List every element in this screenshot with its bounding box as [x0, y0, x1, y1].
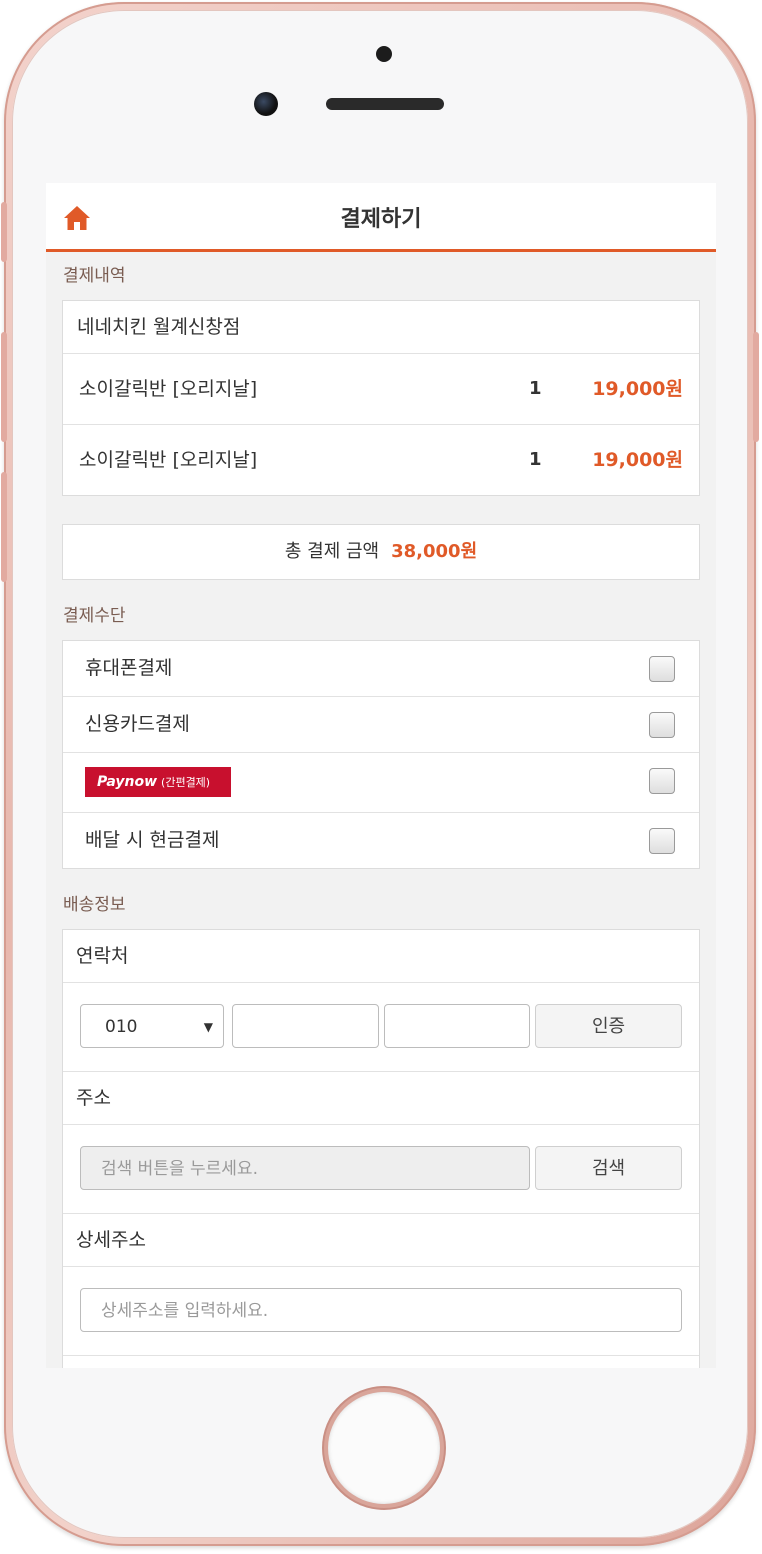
- item-quantity: 1: [529, 449, 542, 470]
- payment-card: 휴대폰결제 신용카드결제 Paynow (간편결제) 배달 시 현금결제: [62, 640, 700, 869]
- phone-middle-input[interactable]: [232, 1004, 379, 1048]
- home-hardware-button[interactable]: [328, 1392, 440, 1504]
- item-price: 19,000원: [592, 378, 683, 400]
- order-section-label: 결제내역: [63, 266, 126, 286]
- app-screen: 결제하기 결제내역 네네치킨 월계신창점 소이갈릭반 [오리지날] 1 19,0…: [46, 183, 716, 1368]
- proximity-sensor: [376, 46, 392, 62]
- earpiece-speaker: [326, 98, 444, 110]
- item-price: 19,000원: [592, 449, 683, 471]
- paynow-suffix: (간편결제): [161, 776, 211, 789]
- order-item: 소이갈릭반 [오리지날] 1 19,000원: [63, 353, 699, 424]
- address-row: 검색 버튼을 누르세요. 검색: [63, 1124, 699, 1213]
- detail-address-input[interactable]: 상세주소를 입력하세요.: [80, 1288, 682, 1332]
- page-title: 결제하기: [340, 207, 422, 232]
- address-search-button[interactable]: 검색: [535, 1146, 682, 1190]
- next-row: [63, 1355, 699, 1368]
- detail-address-row: 상세주소를 입력하세요.: [63, 1266, 699, 1355]
- power-button: [753, 332, 759, 442]
- total-amount: 38,000원: [391, 541, 478, 562]
- payment-section-label: 결제수단: [63, 606, 126, 626]
- phone-last-input[interactable]: [384, 1004, 530, 1048]
- total-card: 총 결제 금액 38,000원: [62, 524, 700, 580]
- caret-down-icon: ▼: [203, 1020, 213, 1034]
- contact-row: 010 ▼ 인증: [63, 982, 699, 1071]
- payment-option-cash[interactable]: 배달 시 현금결제: [63, 812, 699, 868]
- phone-prefix-value: 010: [105, 1017, 138, 1037]
- payment-checkbox[interactable]: [649, 828, 675, 854]
- address-title: 주소: [63, 1071, 699, 1124]
- detail-address-title: 상세주소: [63, 1213, 699, 1266]
- payment-option-phone[interactable]: 휴대폰결제: [63, 641, 699, 696]
- front-camera: [254, 92, 278, 116]
- verify-button[interactable]: 인증: [535, 1004, 682, 1048]
- delivery-card: 연락처 010 ▼ 인증 주소 검색 버튼을 누르세요. 검색 상세주소 상세주…: [62, 929, 700, 1368]
- payment-option-label: 신용카드결제: [85, 713, 190, 735]
- payment-checkbox[interactable]: [649, 656, 675, 682]
- payment-checkbox[interactable]: [649, 712, 675, 738]
- payment-option-paynow[interactable]: Paynow (간편결제): [63, 752, 699, 812]
- phone-prefix-select[interactable]: 010 ▼: [80, 1004, 224, 1048]
- contact-title: 연락처: [76, 945, 129, 967]
- payment-option-label: 배달 시 현금결제: [85, 829, 220, 851]
- store-name: 네네치킨 월계신창점: [77, 316, 241, 338]
- payment-checkbox[interactable]: [649, 768, 675, 794]
- payment-option-label: 휴대폰결제: [85, 657, 173, 679]
- total-label: 총 결제 금액: [284, 541, 380, 562]
- delivery-section-label: 배송정보: [63, 895, 126, 915]
- volume-down-button: [1, 472, 7, 582]
- address-input[interactable]: 검색 버튼을 누르세요.: [80, 1146, 530, 1190]
- order-card: 네네치킨 월계신창점 소이갈릭반 [오리지날] 1 19,000원 소이갈릭반 …: [62, 300, 700, 496]
- app-header: 결제하기: [46, 183, 716, 252]
- volume-up-button: [1, 332, 7, 442]
- mute-switch: [1, 202, 7, 262]
- order-item: 소이갈릭반 [오리지날] 1 19,000원: [63, 424, 699, 495]
- paynow-brand: Paynow: [97, 774, 158, 790]
- item-name: 소이갈릭반 [오리지날]: [79, 378, 258, 400]
- item-name: 소이갈릭반 [오리지날]: [79, 449, 258, 471]
- paynow-logo: Paynow (간편결제): [85, 767, 231, 797]
- payment-option-card[interactable]: 신용카드결제: [63, 696, 699, 752]
- item-quantity: 1: [529, 378, 542, 399]
